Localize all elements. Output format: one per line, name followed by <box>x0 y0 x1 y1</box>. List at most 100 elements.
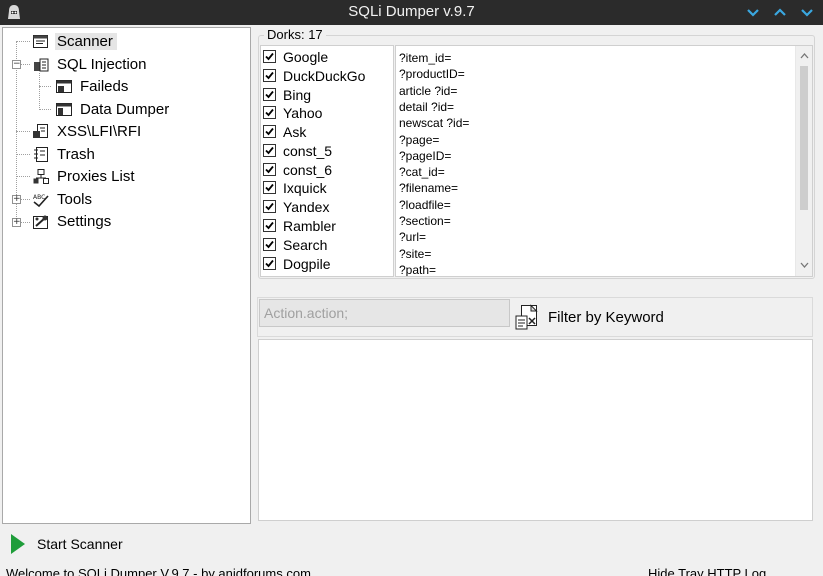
play-icon <box>11 534 25 554</box>
engine-label: Bing <box>283 86 312 103</box>
tree-item-label: Faileds <box>80 77 129 95</box>
chevron-up-icon[interactable] <box>771 4 789 20</box>
dork-param: ?url= <box>399 230 427 244</box>
tree-item-trash[interactable]: Trash <box>32 144 97 164</box>
dork-param: newscat ?id= <box>399 116 470 130</box>
navigation-tree: − + + Scanner SQL Injection Faileds Data… <box>2 27 251 524</box>
engine-checkbox-duckduckgo[interactable]: DuckDuckGo <box>263 66 365 85</box>
engine-checkbox-bing[interactable]: Bing <box>263 85 311 104</box>
checkbox-checked[interactable] <box>263 50 276 63</box>
scanner-output-area[interactable] <box>258 339 813 521</box>
checkbox-checked[interactable] <box>263 238 276 251</box>
dork-param: ?item_id= <box>399 51 452 65</box>
scanner-icon <box>33 34 48 48</box>
engine-checkbox-dogpile[interactable]: Dogpile <box>263 254 330 273</box>
checkbox-checked[interactable] <box>263 88 276 101</box>
dork-param: ?pageID= <box>399 149 452 163</box>
dorks-legend: Dorks: 17 <box>264 27 326 42</box>
checkbox-checked[interactable] <box>263 163 276 176</box>
failed-icon <box>56 79 72 93</box>
tree-item-label: Data Dumper <box>80 100 170 118</box>
dorks-label: Dorks: <box>267 27 305 42</box>
engine-checkbox-const-5[interactable]: const_5 <box>263 141 332 160</box>
status-welcome-text: Welcome to SQLi Dumper V.9.7 - by anidfo… <box>6 566 311 576</box>
scroll-up-icon[interactable] <box>799 51 810 61</box>
start-scanner-button[interactable]: Start Scanner <box>10 531 150 557</box>
engine-label: Rambler <box>283 217 336 234</box>
script-icon <box>33 123 48 138</box>
tree-item-label: Scanner <box>55 32 117 50</box>
start-scanner-label: Start Scanner <box>37 536 123 552</box>
engine-checkbox-yahoo[interactable]: Yahoo <box>263 103 322 122</box>
tools-icon: ABC <box>33 194 49 207</box>
tree-item-faileds[interactable]: Faileds <box>55 76 130 96</box>
checkbox-checked[interactable] <box>263 69 276 82</box>
checkbox-checked[interactable] <box>263 106 276 119</box>
dork-param: detail ?id= <box>399 100 455 114</box>
status-right-links[interactable]: Hide Tray HTTP Log <box>648 566 766 576</box>
engine-checkbox-ask[interactable]: Ask <box>263 122 306 141</box>
dork-param: ?section= <box>399 214 451 228</box>
tree-item-xss-lfi-rfi[interactable]: XSS\LFI\RFI <box>32 121 143 141</box>
settings-icon <box>33 215 48 229</box>
dork-param: ?filename= <box>399 181 459 195</box>
tree-item-label: Proxies List <box>57 167 135 185</box>
tree-item-scanner[interactable]: Scanner <box>32 31 117 51</box>
engine-checkbox-ixquick[interactable]: Ixquick <box>263 178 327 197</box>
scrollbar-thumb[interactable] <box>800 66 808 210</box>
engine-label: Dogpile <box>283 255 331 272</box>
collapse-sql-injection-icon[interactable]: − <box>12 60 21 69</box>
engine-checkbox-search[interactable]: Search <box>263 235 327 254</box>
dork-param: ?productID= <box>399 67 465 81</box>
params-scrollbar[interactable] <box>795 46 812 276</box>
checkbox-checked[interactable] <box>263 219 276 232</box>
tree-item-label: SQL Injection <box>57 55 147 73</box>
engine-label: Ask <box>283 123 307 140</box>
dork-param: ?cat_id= <box>399 165 445 179</box>
tree-item-label: XSS\LFI\RFI <box>57 122 142 140</box>
expand-settings-icon[interactable]: + <box>12 218 21 227</box>
scroll-down-icon[interactable] <box>799 260 810 270</box>
engine-label: Ixquick <box>283 179 327 196</box>
title-bar: SQLi Dumper v.9.7 <box>0 0 823 25</box>
tree-item-label: Trash <box>57 145 95 163</box>
trash-icon <box>34 146 48 162</box>
tree-item-proxies-list[interactable]: Proxies List <box>32 166 137 186</box>
engine-label: Yandex <box>283 198 330 215</box>
expand-tools-icon[interactable]: + <box>12 195 21 204</box>
dork-params-textarea[interactable]: ?item_id= ?productID= article ?id= detai… <box>395 45 813 277</box>
window-title: SQLi Dumper v.9.7 <box>348 3 475 20</box>
dork-param: ?path= <box>399 263 437 277</box>
dork-param: article ?id= <box>399 84 458 98</box>
database-icon <box>34 58 49 71</box>
engine-label: const_6 <box>283 161 333 178</box>
dork-param: ?page= <box>399 133 440 147</box>
tree-item-data-dumper[interactable]: Data Dumper <box>55 99 171 119</box>
chevron-down-icon[interactable] <box>798 4 816 20</box>
engine-checkbox-yandex[interactable]: Yandex <box>263 197 329 216</box>
checkbox-checked[interactable] <box>263 144 276 157</box>
checkbox-checked[interactable] <box>263 257 276 270</box>
engine-checkbox-google[interactable]: Google <box>263 47 328 66</box>
dumper-icon <box>56 102 72 116</box>
checkbox-checked[interactable] <box>263 181 276 194</box>
engine-label: Yahoo <box>283 104 323 121</box>
chevron-down-icon[interactable] <box>744 4 762 20</box>
engine-label: DuckDuckGo <box>283 67 366 84</box>
filter-by-keyword-label: Filter by Keyword <box>548 308 664 326</box>
dork-param: ?site= <box>399 247 432 261</box>
tree-item-tools[interactable]: ABC Tools <box>32 189 94 209</box>
filter-document-icon <box>515 304 538 330</box>
action-input[interactable]: Action.action; <box>259 299 510 327</box>
engine-checkbox-rambler[interactable]: Rambler <box>263 216 336 235</box>
tree-item-settings[interactable]: Settings <box>32 211 113 231</box>
dork-param: ?loadfile= <box>399 198 451 212</box>
filter-by-keyword-button[interactable]: Filter by Keyword <box>514 302 714 332</box>
tree-item-label: Tools <box>57 190 93 208</box>
tree-item-sql-injection[interactable]: SQL Injection <box>32 54 149 74</box>
checkbox-checked[interactable] <box>263 125 276 138</box>
checkbox-checked[interactable] <box>263 200 276 213</box>
engine-label: Search <box>283 236 328 253</box>
engine-checkbox-const-6[interactable]: const_6 <box>263 160 332 179</box>
engine-label: const_5 <box>283 142 333 159</box>
